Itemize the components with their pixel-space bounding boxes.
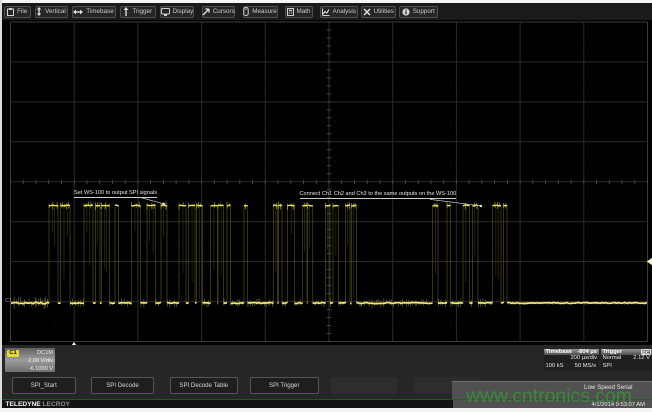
svg-text:C1: C1 xyxy=(5,298,12,304)
